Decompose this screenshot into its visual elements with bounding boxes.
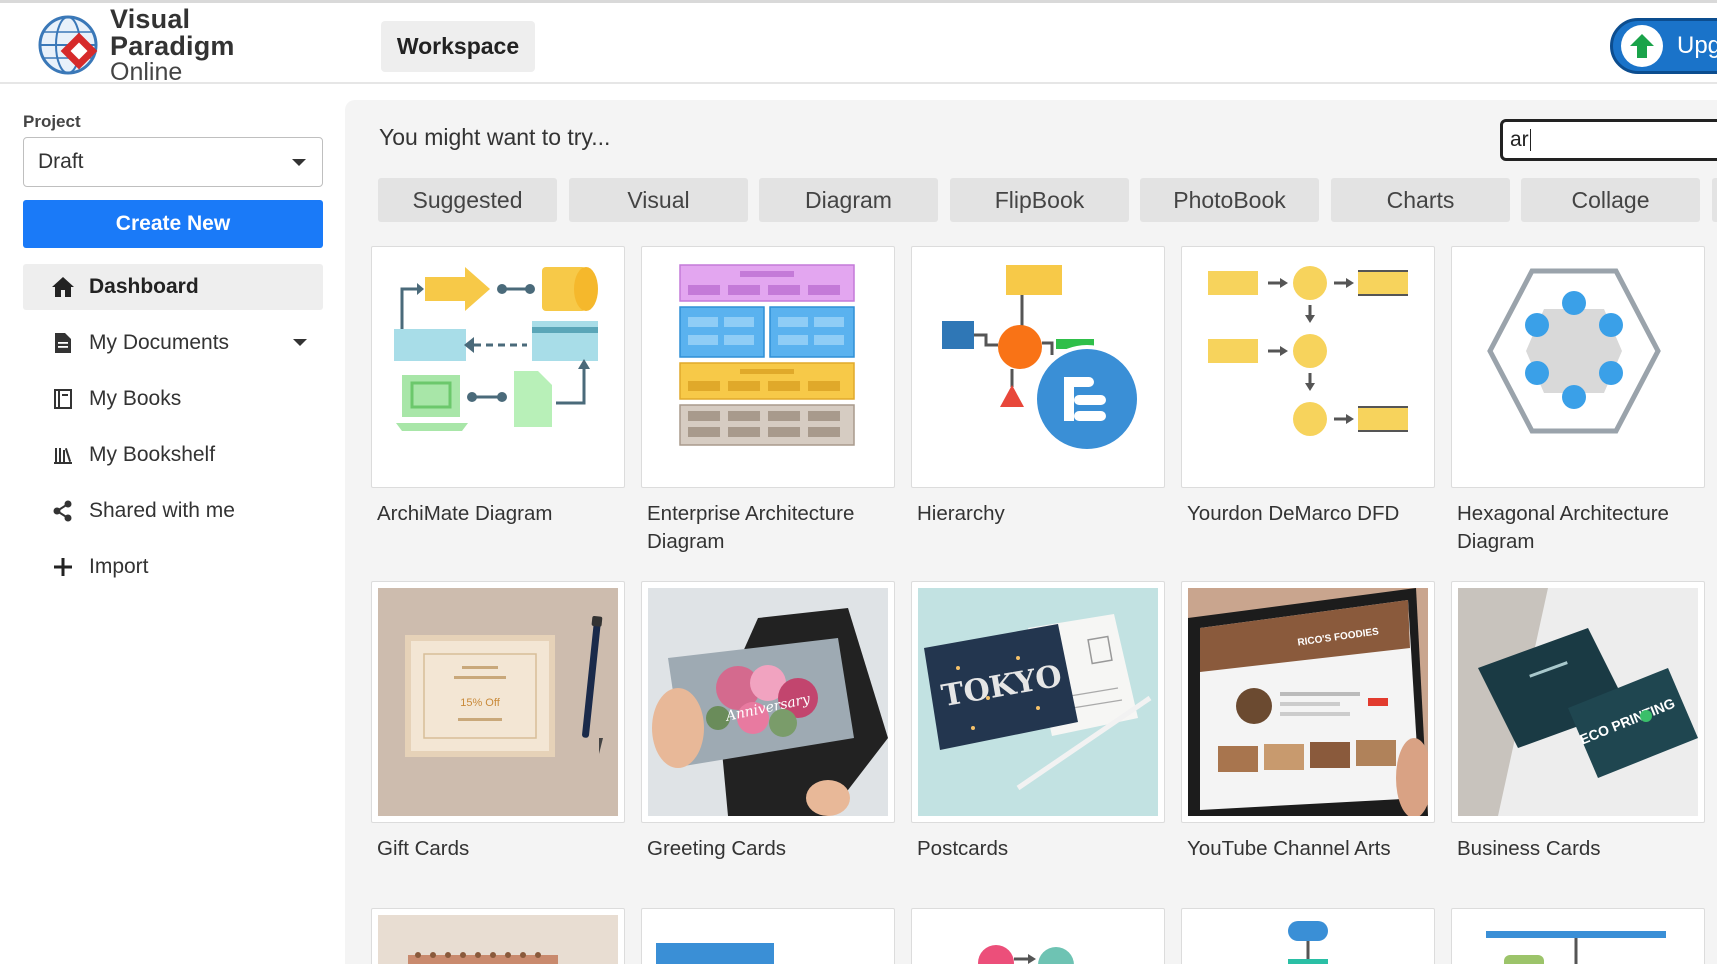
- category-tabs: Suggested Visual Diagram FlipBook PhotoB…: [378, 178, 1717, 222]
- main-panel: You might want to try... ar Suggested Vi…: [345, 100, 1717, 964]
- top-header: Visual Paradigm Online Workspace Upg: [0, 0, 1717, 84]
- template-card-row3-3[interactable]: [911, 908, 1165, 964]
- card-title[interactable]: Greeting Cards: [641, 835, 895, 863]
- sidebar-item-label: My Documents: [89, 331, 230, 354]
- gift-cards-thumbnail[interactable]: 15% Off: [371, 581, 625, 823]
- sidebar-item-label: My Books: [89, 387, 182, 410]
- sidebar-item-dashboard[interactable]: Dashboard: [23, 264, 323, 310]
- sidebar-item-my-documents[interactable]: My Documents: [23, 320, 323, 366]
- template-card-yourdon-demarco-dfd[interactable]: Yourdon DeMarco DFD: [1181, 246, 1435, 528]
- row3-thumbnail[interactable]: [641, 908, 895, 964]
- sidebar-item-my-bookshelf[interactable]: My Bookshelf: [23, 432, 323, 478]
- sidebar-item-my-books[interactable]: My Books: [23, 376, 323, 422]
- template-card-archimate[interactable]: ArchiMate Diagram: [371, 246, 625, 528]
- template-card-row3-4[interactable]: [1181, 908, 1435, 964]
- youtube-channel-arts-thumbnail[interactable]: RICO'S FOODIES: [1181, 581, 1435, 823]
- tab-suggested[interactable]: Suggested: [378, 178, 557, 222]
- logo-globe-icon: [38, 12, 104, 78]
- sidebar-item-label: My Bookshelf: [89, 443, 216, 466]
- sidebar-item-label: Shared with me: [89, 499, 235, 522]
- card-title[interactable]: Yourdon DeMarco DFD: [1181, 500, 1435, 528]
- card-title[interactable]: ArchiMate Diagram: [371, 500, 625, 528]
- suggestion-heading: You might want to try...: [379, 124, 611, 150]
- search-input-value: ar: [1510, 128, 1529, 151]
- bookshelf-icon: [51, 443, 75, 467]
- template-card-postcards[interactable]: TOKYO Postcards: [911, 581, 1165, 863]
- hierarchy-thumbnail[interactable]: [911, 246, 1165, 488]
- gift-card-discount-text: 15% Off: [460, 697, 500, 709]
- search-input[interactable]: ar: [1500, 119, 1717, 161]
- project-label: Project: [23, 112, 81, 131]
- logo-subtitle: Online: [110, 57, 183, 86]
- card-title[interactable]: YouTube Channel Arts: [1181, 835, 1435, 863]
- text-cursor: [1529, 129, 1531, 151]
- chevron-down-icon[interactable]: [293, 339, 307, 346]
- book-icon: [51, 387, 75, 411]
- row3-thumbnail[interactable]: [1181, 908, 1435, 964]
- row3-thumbnail[interactable]: [1451, 908, 1705, 964]
- document-icon: [51, 331, 75, 355]
- business-cards-thumbnail[interactable]: ECO PRINTING: [1451, 581, 1705, 823]
- home-icon: [51, 275, 75, 299]
- card-title[interactable]: Postcards: [911, 835, 1165, 863]
- sidebar-item-import[interactable]: Import: [23, 544, 323, 590]
- card-title[interactable]: Hexagonal Architecture Diagram: [1451, 500, 1705, 556]
- enterprise-architecture-thumbnail[interactable]: [641, 246, 895, 488]
- tab-flipbook[interactable]: FlipBook: [950, 178, 1129, 222]
- project-select-value: Draft: [38, 150, 84, 173]
- workspace-button[interactable]: Workspace: [381, 21, 535, 72]
- template-card-enterprise-architecture[interactable]: Enterprise Architecture Diagram: [641, 246, 895, 556]
- sidebar-item-label: Dashboard: [89, 275, 199, 298]
- card-title[interactable]: Gift Cards: [371, 835, 625, 863]
- project-select[interactable]: Draft: [23, 137, 323, 187]
- tab-charts[interactable]: Charts: [1331, 178, 1510, 222]
- archimate-thumbnail[interactable]: [371, 246, 625, 488]
- create-new-button[interactable]: Create New: [23, 200, 323, 248]
- row3-thumbnail[interactable]: [911, 908, 1165, 964]
- card-title[interactable]: Enterprise Architecture Diagram: [641, 500, 895, 556]
- tab-collage[interactable]: Collage: [1521, 178, 1700, 222]
- template-card-hexagonal-architecture[interactable]: Hexagonal Architecture Diagram: [1451, 246, 1705, 556]
- template-card-greeting-cards[interactable]: Anniversary Greeting Cards: [641, 581, 895, 863]
- upgrade-button[interactable]: Upg: [1610, 18, 1717, 74]
- tab-photobook[interactable]: PhotoBook: [1140, 178, 1319, 222]
- chevron-down-icon: [292, 159, 306, 166]
- tab-visual[interactable]: Visual: [569, 178, 748, 222]
- template-card-hierarchy[interactable]: Hierarchy: [911, 246, 1165, 528]
- template-card-gift-cards[interactable]: 15% Off Gift Cards: [371, 581, 625, 863]
- template-card-row3-5[interactable]: [1451, 908, 1705, 964]
- visual-paradigm-logo[interactable]: Visual Paradigm Online: [38, 5, 318, 84]
- card-title[interactable]: Hierarchy: [911, 500, 1165, 528]
- yourdon-demarco-dfd-thumbnail[interactable]: [1181, 246, 1435, 488]
- template-card-row3-1[interactable]: [371, 908, 625, 964]
- template-card-row3-2[interactable]: [641, 908, 895, 964]
- sidebar: Project Draft Create New Dashboard My Do…: [0, 86, 345, 964]
- hexagonal-architecture-thumbnail[interactable]: [1451, 246, 1705, 488]
- share-icon: [51, 499, 75, 523]
- postcards-thumbnail[interactable]: TOKYO: [911, 581, 1165, 823]
- upgrade-label: Upg: [1677, 32, 1717, 59]
- greeting-cards-thumbnail[interactable]: Anniversary: [641, 581, 895, 823]
- template-card-business-cards[interactable]: ECO PRINTING Business Cards: [1451, 581, 1705, 863]
- plus-icon: [51, 555, 75, 579]
- tab-diagram[interactable]: Diagram: [759, 178, 938, 222]
- sidebar-item-shared-with-me[interactable]: Shared with me: [23, 488, 323, 534]
- tab-more[interactable]: [1712, 178, 1717, 222]
- row3-thumbnail[interactable]: [371, 908, 625, 964]
- template-card-youtube-channel-arts[interactable]: RICO'S FOODIES YouTube Channel Arts: [1181, 581, 1435, 863]
- logo-title: Visual Paradigm: [110, 3, 235, 61]
- sidebar-item-label: Import: [89, 555, 149, 578]
- upgrade-arrow-icon: [1621, 25, 1663, 67]
- card-title[interactable]: Business Cards: [1451, 835, 1705, 863]
